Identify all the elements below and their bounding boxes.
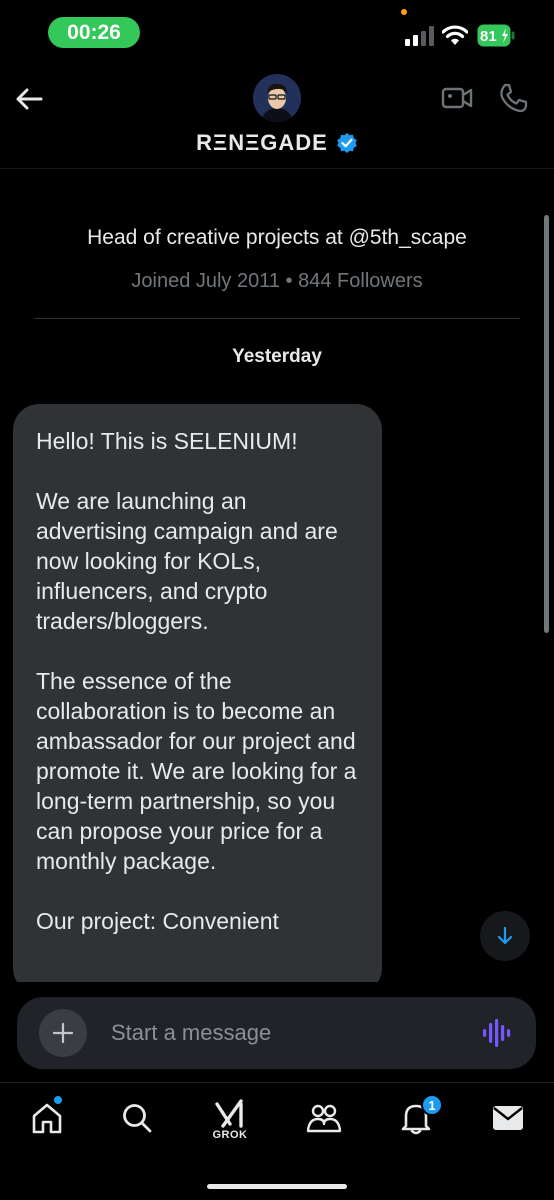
verified-badge-icon <box>337 133 357 153</box>
tab-grok[interactable] <box>210 1094 250 1134</box>
message-paragraph: The essence of the collaboration is to b… <box>36 668 357 874</box>
day-separator: Yesterday <box>232 346 322 367</box>
contact-name: RΞNΞGADE <box>196 130 328 155</box>
profile-bio: Head of creative projects at @5th_scape <box>87 226 467 249</box>
phone-icon[interactable] <box>497 82 529 114</box>
notification-count-badge: 1 <box>421 1094 443 1116</box>
back-arrow-icon[interactable] <box>14 84 44 114</box>
home-icon <box>32 1103 62 1134</box>
grok-icon <box>215 1099 243 1128</box>
status-bar: 00:26 81 <box>0 0 554 62</box>
message-input[interactable] <box>111 1016 461 1050</box>
message-paragraph: Our project: Convenient <box>36 908 279 934</box>
scroll-to-bottom-button[interactable] <box>480 911 530 961</box>
message-paragraph: Hello! This is SELENIUM! <box>36 428 298 454</box>
avatar[interactable] <box>253 74 301 122</box>
home-unread-dot <box>54 1096 62 1104</box>
wifi-icon <box>442 25 468 45</box>
header-divider <box>0 168 554 169</box>
search-icon <box>123 1104 152 1133</box>
grok-label: GROK <box>212 1129 248 1141</box>
profile-meta: Joined July 2011 • 844 Followers <box>131 270 423 292</box>
arrow-down-icon <box>497 926 513 945</box>
add-attachment-button[interactable] <box>39 1009 87 1057</box>
battery-level: 81 <box>480 28 497 45</box>
section-divider <box>34 318 520 319</box>
home-indicator <box>207 1184 347 1189</box>
plus-icon <box>52 1022 74 1044</box>
messages-icon <box>493 1106 523 1130</box>
video-call-icon[interactable] <box>441 84 473 112</box>
communities-icon <box>306 1104 342 1133</box>
message-bubble[interactable]: Hello! This is SELENIUM! We are launchin… <box>13 404 382 994</box>
tab-messages[interactable] <box>488 1098 528 1138</box>
cellular-signal-icon <box>405 26 434 46</box>
bottom-tab-bar <box>0 1082 554 1200</box>
avatar-image <box>253 74 301 122</box>
tab-communities[interactable] <box>304 1098 344 1138</box>
scrollbar[interactable] <box>544 215 549 633</box>
tab-home[interactable] <box>27 1098 67 1138</box>
battery-icon: 81 <box>477 24 515 47</box>
voice-message-icon[interactable] <box>482 1017 512 1049</box>
tab-search[interactable] <box>117 1098 157 1138</box>
privacy-indicator <box>401 9 407 15</box>
status-time: 00:26 <box>48 17 140 48</box>
conversation-title[interactable]: RΞNΞGADE <box>0 130 554 156</box>
message-paragraph: We are launching an advertising campaign… <box>36 488 338 634</box>
